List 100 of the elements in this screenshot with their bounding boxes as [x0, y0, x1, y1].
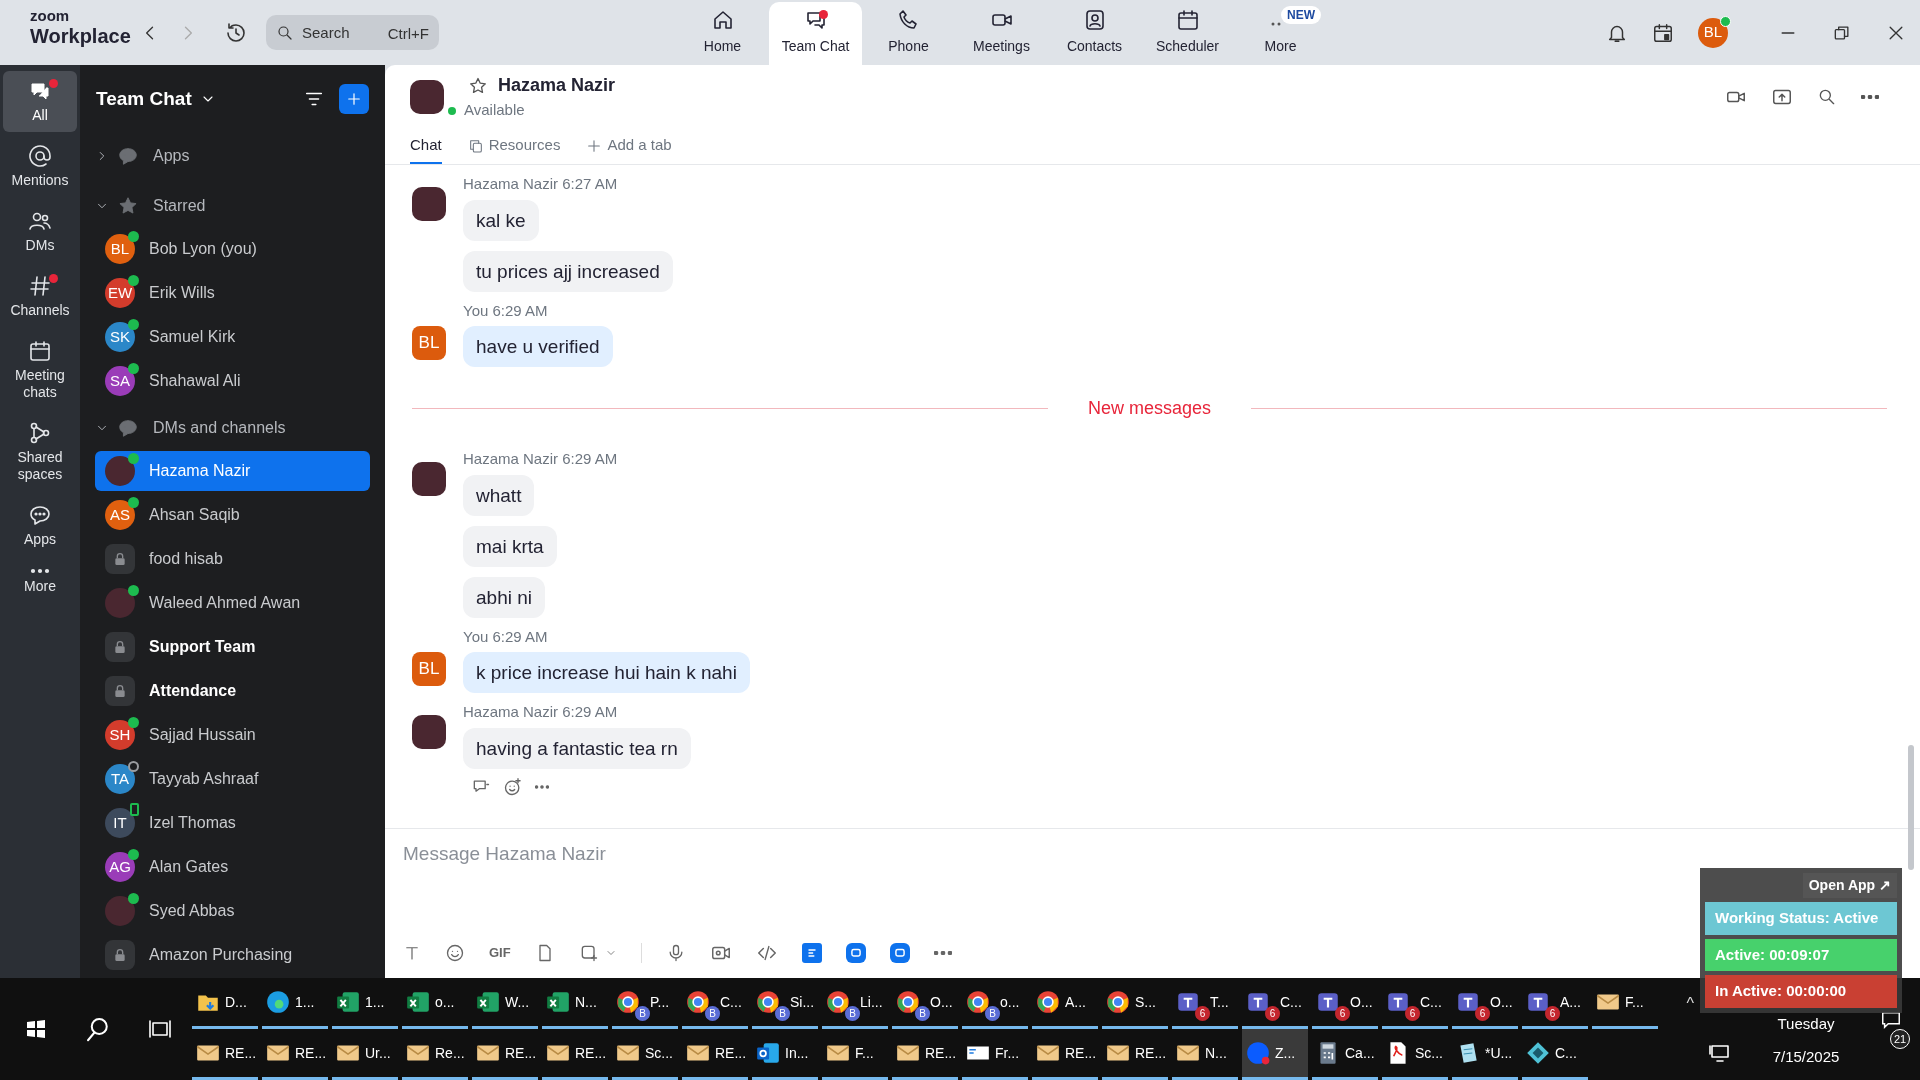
spreadsheet-icon — [545, 989, 571, 1015]
chat-list-item[interactable]: TA Tayyab Ashraaf — [95, 758, 370, 799]
message-input[interactable]: Message Hazama Nazir — [403, 839, 1003, 869]
scrollbar[interactable] — [1908, 745, 1914, 870]
taskbar-app[interactable]: Sc... — [1382, 1029, 1448, 1080]
more-icon[interactable] — [1861, 95, 1879, 100]
taskbar-app[interactable]: 6 O... — [1312, 978, 1378, 1029]
nav-tab[interactable]: Home — [676, 2, 769, 65]
section-header[interactable]: DMs and channels — [95, 404, 370, 451]
rail-tab[interactable]: Mentions — [3, 136, 77, 197]
taskbar-app[interactable]: S... — [1102, 978, 1168, 1029]
chat-list-item[interactable]: Syed Abbas — [95, 890, 370, 931]
gif-button[interactable]: GIF — [489, 943, 511, 963]
rail-tab[interactable]: All — [3, 71, 77, 132]
taskbar-app[interactable]: *U... — [1452, 1029, 1518, 1080]
taskbar-app[interactable]: RE... — [1102, 1029, 1168, 1080]
taskbar-app[interactable]: 6 A... — [1522, 978, 1588, 1029]
new-chat-button[interactable] — [339, 83, 369, 114]
emoji-add-icon[interactable] — [503, 776, 523, 797]
chat-list-item[interactable]: IT Izel Thomas — [95, 802, 370, 843]
taskbar-app[interactable]: Sc... — [612, 1029, 678, 1080]
chat-list-item[interactable]: Waleed Ahmed Awan — [95, 582, 370, 623]
taskbar-app[interactable]: N... — [542, 978, 608, 1029]
chat-tab[interactable]: Resources — [467, 129, 561, 164]
clips-app-icon[interactable] — [889, 943, 910, 963]
emoji-icon[interactable] — [445, 943, 465, 963]
taskbar-app[interactable]: o... — [402, 978, 468, 1029]
chat-tab[interactable]: Chat — [410, 129, 442, 164]
star-icon[interactable] — [468, 75, 488, 96]
nav-tab[interactable]: Phone — [862, 2, 955, 65]
taskbar-app[interactable]: RE... — [892, 1029, 958, 1080]
taskbar-app[interactable]: Re... — [402, 1029, 468, 1080]
taskbar-app[interactable]: Fr... — [962, 1029, 1028, 1080]
task-view-icon[interactable] — [148, 1017, 173, 1041]
taskbar-app[interactable]: W... — [472, 978, 538, 1029]
taskbar-app[interactable]: Z... — [1242, 1029, 1308, 1080]
calendar-icon[interactable] — [1652, 21, 1674, 44]
chat-list-item[interactable]: BL Bob Lyon (you) — [95, 228, 370, 269]
taskbar-app[interactable]: N... — [1172, 1029, 1238, 1080]
rail-tab[interactable]: Shared spaces — [3, 413, 77, 491]
section-header[interactable]: Apps — [95, 132, 370, 179]
nav-tab[interactable]: Scheduler — [1141, 2, 1234, 65]
doc-app-icon[interactable] — [801, 943, 822, 963]
taskbar-app[interactable]: RE... — [542, 1029, 608, 1080]
taskbar-app[interactable]: 1... — [332, 978, 398, 1029]
nav-tab[interactable]: Meetings — [955, 2, 1048, 65]
taskbar-app[interactable]: D... — [192, 978, 258, 1029]
open-app-button[interactable]: Open App ↗ — [1802, 873, 1897, 898]
chat-tab[interactable]: Add a tab — [586, 129, 672, 164]
more-icon[interactable] — [535, 784, 549, 789]
chat-list-item[interactable]: Attendance — [95, 670, 370, 711]
chat-list-item[interactable]: AG Alan Gates — [95, 846, 370, 887]
taskbar-app[interactable]: RE... — [472, 1029, 538, 1080]
taskbar-app[interactable]: 6 C... — [1382, 978, 1448, 1029]
section-header[interactable]: Starred — [95, 182, 370, 229]
rail-tab[interactable]: Channels — [3, 266, 77, 327]
taskbar-app[interactable]: RE... — [192, 1029, 258, 1080]
taskbar-app[interactable]: B O... — [892, 978, 958, 1029]
taskbar-app[interactable]: RE... — [262, 1029, 328, 1080]
profile-avatar[interactable]: BL — [1698, 17, 1728, 48]
plus-icon — [586, 137, 603, 154]
chat-list-item[interactable]: SH Sajjad Hussain — [95, 714, 370, 755]
chat-list-item[interactable]: AS Ahsan Saqib — [95, 494, 370, 535]
chat-list-item[interactable]: Amazon Purchasing — [95, 934, 370, 975]
rail-tab[interactable]: Apps — [3, 495, 77, 556]
taskbar-app[interactable]: In... — [752, 1029, 818, 1080]
chat-list-item[interactable]: food hisab — [95, 538, 370, 579]
chat-list-item[interactable]: SK Samuel Kirk — [95, 316, 370, 357]
nav-tab[interactable]: NEW More — [1234, 2, 1327, 65]
chat-list-item[interactable]: SA Shahawal Ali — [95, 360, 370, 401]
nav-tab[interactable]: Contacts — [1048, 2, 1141, 65]
chat-list-item[interactable]: EW Erik Wills — [95, 272, 370, 313]
taskbar-app[interactable]: 6 T... — [1172, 978, 1238, 1029]
rail-tab[interactable]: Meeting chats — [3, 331, 77, 409]
taskbar-app[interactable]: B P... — [612, 978, 678, 1029]
whiteboard-app-icon[interactable] — [845, 943, 866, 963]
chat-list-item[interactable]: Support Team — [95, 626, 370, 667]
history-icon[interactable] — [224, 20, 248, 45]
taskbar-app[interactable]: RE... — [682, 1029, 748, 1080]
show-hidden-icons-button[interactable]: ^ — [1686, 992, 1694, 1016]
more-icon[interactable] — [933, 951, 952, 955]
taskbar-app[interactable]: F... — [1592, 978, 1658, 1029]
taskbar-app[interactable]: B Li... — [822, 978, 888, 1029]
taskbar-app[interactable]: Ca... — [1312, 1029, 1378, 1080]
chat-list-item[interactable]: Hazama Nazir — [95, 450, 370, 491]
taskbar-app[interactable]: B Si... — [752, 978, 818, 1029]
taskbar-app[interactable]: Ur... — [332, 1029, 398, 1080]
rail-tab[interactable]: DMs — [3, 201, 77, 262]
taskbar-app[interactable]: A... — [1032, 978, 1098, 1029]
count-badge: 6 — [1265, 1006, 1280, 1021]
taskbar-app[interactable]: C... — [1522, 1029, 1588, 1080]
taskbar-app[interactable]: B C... — [682, 978, 748, 1029]
text-format-icon[interactable] — [403, 944, 421, 962]
taskbar-app[interactable]: RE... — [1032, 1029, 1098, 1080]
taskbar-app[interactable]: 1... — [262, 978, 328, 1029]
rail-tab[interactable]: More — [3, 560, 77, 603]
nav-tab[interactable]: Team Chat — [769, 2, 862, 65]
taskbar-app[interactable]: 6 O... — [1452, 978, 1518, 1029]
taskbar-app[interactable]: B o... — [962, 978, 1028, 1029]
taskbar-app[interactable]: F... — [822, 1029, 888, 1080]
